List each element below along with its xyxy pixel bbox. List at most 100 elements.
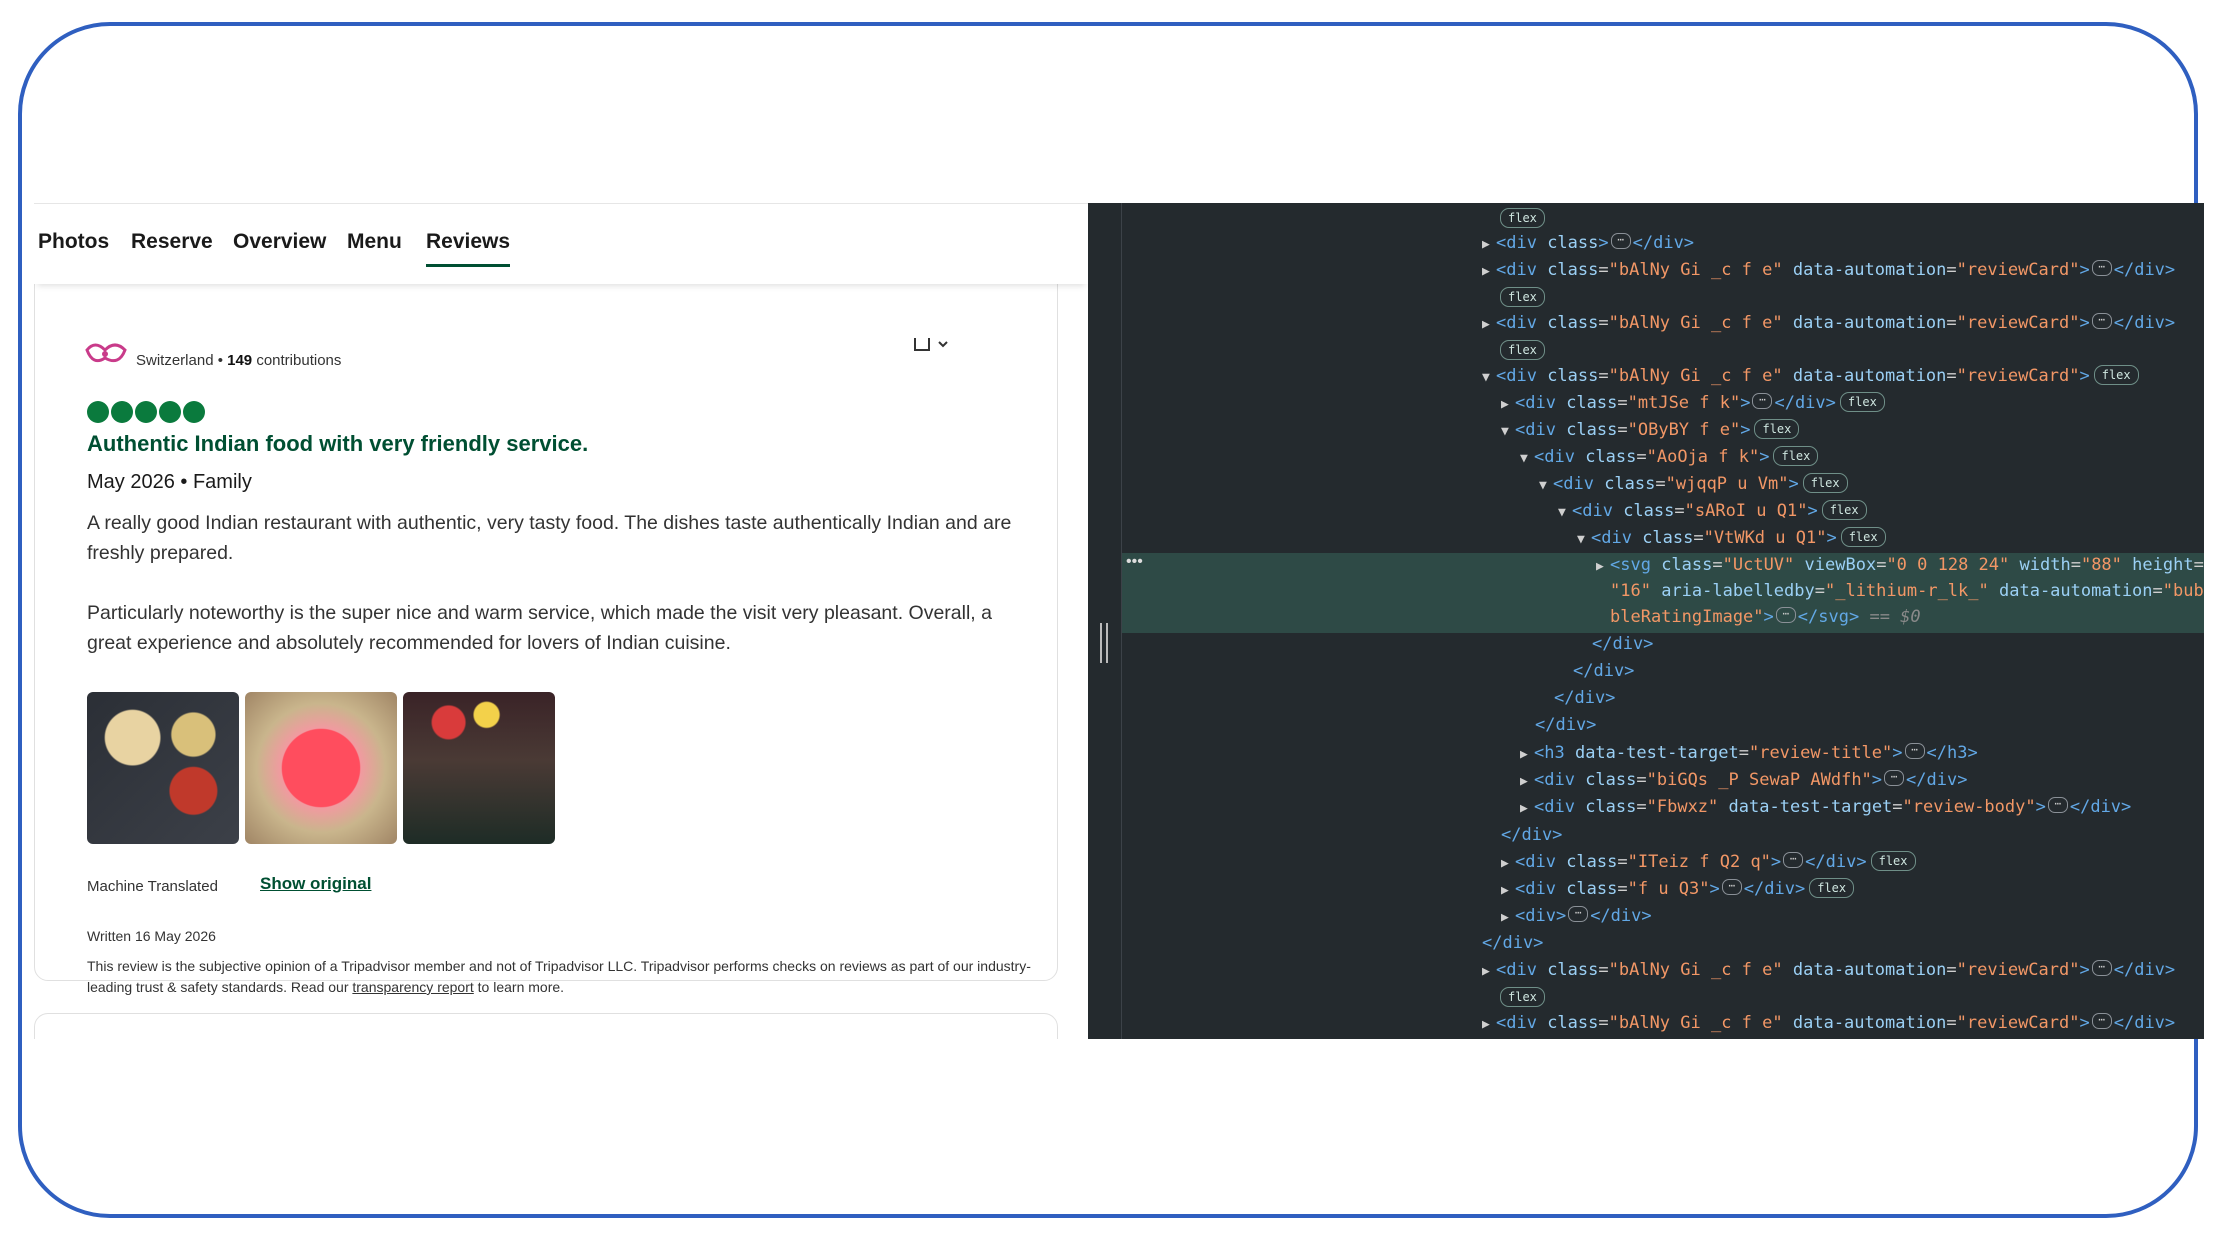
dom-node-review-card-expanded[interactable]: ▼ <div class="bAlNy Gi _c f e" data-autom…	[1482, 363, 2139, 389]
review-paragraph: A really good Indian restaurant with aut…	[87, 512, 1012, 564]
dom-node[interactable]: ▶ <div class="f u Q3"> ⋯ </div> flex	[1501, 876, 1855, 902]
dom-node[interactable]: ▶ <div class="ITeiz f Q2 q"> ⋯ </div> flex	[1501, 849, 1916, 875]
review-photo[interactable]	[245, 692, 397, 844]
review-photo[interactable]	[403, 692, 555, 844]
rating-bubble-icon	[159, 401, 181, 423]
flex-badge[interactable]: flex	[1496, 338, 1545, 364]
ellipsis-icon: ⋯	[1783, 852, 1804, 868]
ellipsis-icon: ⋯	[1721, 879, 1742, 895]
show-original-link[interactable]: Show original	[260, 874, 371, 894]
collapsed-triangle-icon: ▶	[1482, 264, 1490, 279]
tab-reviews[interactable]: Reviews	[426, 230, 511, 267]
dom-node[interactable]: ▼ <div class="AoOja f k"> flex	[1520, 444, 1819, 470]
closing-tag: </div>	[1535, 715, 1597, 735]
transparency-report-link[interactable]: transparency report	[352, 979, 473, 995]
ellipsis-icon: ⋯	[2091, 313, 2112, 329]
review-page: Photos Reserve Overview Menu Reviews Swi…	[34, 203, 1088, 1039]
dom-node[interactable]: ▼ <div class="OByBY f e"> flex	[1501, 417, 1800, 443]
ellipsis-icon: ⋯	[1568, 906, 1589, 922]
resize-handle[interactable]	[1100, 623, 1108, 663]
tab-reserve[interactable]: Reserve	[131, 230, 213, 254]
dom-node[interactable]: ▶ <div class> ⋯ </div>	[1482, 230, 1694, 256]
ellipsis-icon: ⋯	[2047, 797, 2068, 813]
devtools-elements-panel: ••• flex ▶ <div class> ⋯ </div> ▶ <div class…	[1088, 203, 2204, 1039]
collapsed-triangle-icon: ▶	[1501, 910, 1509, 925]
closing-tag: </div>	[1554, 688, 1616, 708]
visit-date-type: May 2026 • Family	[87, 471, 252, 493]
collapsed-triangle-icon: ▶	[1501, 883, 1509, 898]
collapsed-triangle-icon: ▶	[1520, 747, 1528, 762]
closing-tag: </div>	[1501, 825, 1563, 845]
avatar[interactable]	[85, 340, 127, 370]
dom-node[interactable]: ▶ <div> ⋯ </div>	[1501, 903, 1652, 929]
reviewer-meta: Switzerland • 149 contributions	[136, 352, 341, 369]
ellipsis-icon: ⋯	[1775, 607, 1796, 623]
collapsed-triangle-icon: ▶	[1482, 237, 1490, 252]
ellipsis-icon: ⋯	[1884, 770, 1905, 786]
dom-node[interactable]: ▶ <h3 data-test-target="review-title"> ⋯ </…	[1520, 740, 1978, 766]
ellipsis-icon: ⋯	[2091, 960, 2112, 976]
dom-node-svg-cont: "16" aria-labelledby="_lithium-r_lk_" da…	[1610, 581, 2204, 601]
contribution-count: 149	[227, 352, 253, 369]
dom-node[interactable]: ▼ <div class="wjqqP u Vm"> flex	[1539, 471, 1848, 497]
disclaimer-text-end: to learn more.	[473, 979, 565, 995]
rating-bubble-icon	[87, 401, 109, 423]
dom-node[interactable]: ▼ <div class="VtWKd u Q1"> flex	[1577, 525, 1886, 551]
review-disclaimer: This review is the subjective opinion of…	[87, 956, 1047, 998]
share-icon[interactable]	[911, 336, 949, 356]
dom-node-svg-cont: bleRatingImage"> ⋯ </svg> == $0	[1610, 607, 1921, 627]
devtools-gutter	[1088, 203, 1122, 1039]
rating-bubble-icon	[111, 401, 133, 423]
tab-photos[interactable]: Photos	[38, 230, 109, 254]
flex-badge[interactable]: flex	[1496, 206, 1545, 232]
rating-bubble-icon	[183, 401, 205, 423]
review-paragraph: Particularly noteworthy is the super nic…	[87, 602, 992, 654]
tab-menu[interactable]: Menu	[347, 230, 402, 254]
ellipsis-icon: ⋯	[2091, 1013, 2112, 1029]
expanded-triangle-icon: ▼	[1520, 451, 1528, 466]
collapsed-triangle-icon: ▶	[1596, 559, 1604, 574]
collapsed-triangle-icon: ▶	[1482, 317, 1490, 332]
tab-overview[interactable]: Overview	[233, 230, 326, 254]
reviewer-location: Switzerland •	[136, 352, 228, 369]
dom-node[interactable]: ▶ <div class="mtJSe f k"> ⋯ </div> flex	[1501, 390, 1885, 416]
machine-translated-label: Machine Translated	[87, 878, 218, 895]
collapsed-triangle-icon: ▶	[1520, 801, 1528, 816]
review-card: Switzerland • 149 contributions Authenti…	[34, 263, 1058, 995]
expanded-triangle-icon: ▼	[1501, 424, 1509, 439]
contributions-label: contributions	[252, 352, 342, 369]
dom-node-review-card[interactable]: ▶ <div class="bAlNy Gi _c f e" data-autom…	[1482, 310, 2175, 336]
review-photos	[87, 692, 561, 844]
closing-tag: </div>	[1482, 933, 1544, 953]
ellipsis-icon: ⋯	[1752, 393, 1773, 409]
expanded-triangle-icon: ▼	[1539, 478, 1547, 493]
expanded-triangle-icon: ▼	[1558, 505, 1566, 520]
collapsed-triangle-icon: ▶	[1501, 397, 1509, 412]
bubble-rating	[87, 401, 207, 428]
expanded-triangle-icon: ▼	[1482, 370, 1490, 385]
dom-node-review-card[interactable]: ▶ <div class="bAlNy Gi _c f e" data-autom…	[1482, 257, 2175, 283]
collapsed-triangle-icon: ▶	[1501, 856, 1509, 871]
dom-node[interactable]: ▶ <div class="biGQs _P SewaP AWdfh"> ⋯ </di…	[1520, 767, 1967, 793]
dom-node-svg-selected[interactable]: ▶ <svg class="UctUV" viewBox="0 0 128 24"…	[1596, 552, 2204, 578]
more-options-icon[interactable]: •••	[1126, 553, 1143, 571]
closing-tag: </div>	[1592, 634, 1654, 654]
flex-badge[interactable]: flex	[1496, 985, 1545, 1011]
next-review-card	[34, 1013, 1058, 1039]
dom-node[interactable]: ▼ <div class="sARoI u Q1"> flex	[1558, 498, 1867, 524]
expanded-triangle-icon: ▼	[1577, 532, 1585, 547]
ellipsis-icon: ⋯	[2091, 260, 2112, 276]
collapsed-triangle-icon: ▶	[1482, 964, 1490, 979]
review-title[interactable]: Authentic Indian food with very friendly…	[87, 431, 588, 457]
written-date: Written 16 May 2026	[87, 928, 216, 944]
dom-node-review-card[interactable]: ▶ <div class="bAlNy Gi _c f e" data-autom…	[1482, 1010, 2175, 1036]
dom-node[interactable]: ▶ <div class="Fbwxz" data-test-target="re…	[1520, 794, 2131, 820]
ellipsis-icon: ⋯	[1904, 743, 1925, 759]
flex-badge[interactable]: flex	[1496, 285, 1545, 311]
closing-tag: </div>	[1573, 661, 1635, 681]
review-body: A really good Indian restaurant with aut…	[87, 508, 1027, 688]
dom-node-review-card[interactable]: ▶ <div class="bAlNy Gi _c f e" data-autom…	[1482, 957, 2175, 983]
collapsed-triangle-icon: ▶	[1482, 1017, 1490, 1032]
review-photo[interactable]	[87, 692, 239, 844]
ellipsis-icon: ⋯	[1610, 233, 1631, 249]
